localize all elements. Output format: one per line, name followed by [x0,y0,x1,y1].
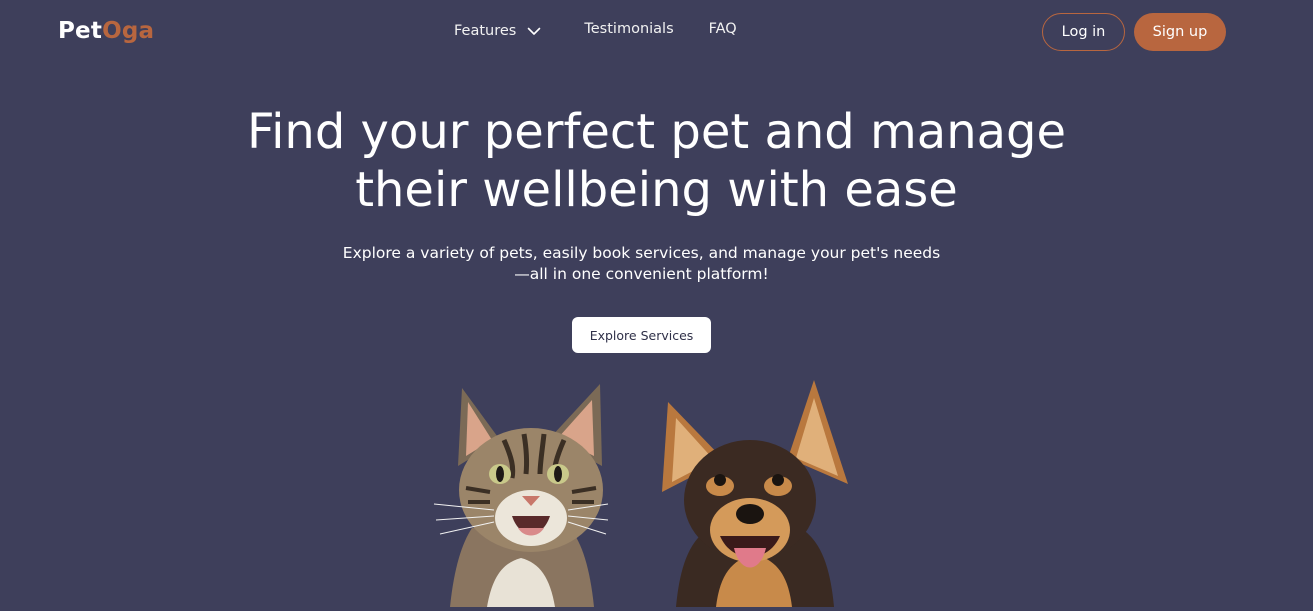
signup-button-label: Sign up [1152,24,1208,40]
nav-testimonials-label: Testimonials [584,21,674,37]
login-button-label: Log in [1061,24,1106,40]
nav-faq-link[interactable]: FAQ [709,18,737,40]
nav-links: Features Testimonials FAQ [454,18,737,44]
brand-name-part2: Oga [102,18,155,44]
dog-image [654,374,854,607]
login-button[interactable]: Log in [1042,13,1125,51]
hero-title-line2: their wellbeing with ease [355,162,958,218]
nav-features-dropdown[interactable]: Features [454,20,542,42]
explore-services-label: Explore Services [589,327,694,343]
brand-name-part1: Pet [58,18,103,44]
cat-image [432,378,610,607]
nav-features-label: Features [454,23,517,39]
hero-title-line1: Find your perfect pet and manage [246,104,1067,160]
top-navbar: PetOga Features Testimonials FAQ Log in … [0,0,1313,64]
brand-logo[interactable]: PetOga [58,15,154,47]
nav-faq-label: FAQ [708,21,737,37]
hero-subtitle-line2: —all in one convenient platform! [514,265,769,283]
chevron-down-icon [526,23,542,39]
hero-subtitle-line1: Explore a variety of pets, easily book s… [342,244,941,262]
hero-subtitle: Explore a variety of pets, easily book s… [0,243,1283,285]
signup-button[interactable]: Sign up [1134,13,1226,51]
explore-services-button[interactable]: Explore Services [572,317,711,353]
hero-title: Find your perfect pet and manage their w… [0,103,1313,219]
nav-testimonials-link[interactable]: Testimonials [584,18,673,40]
